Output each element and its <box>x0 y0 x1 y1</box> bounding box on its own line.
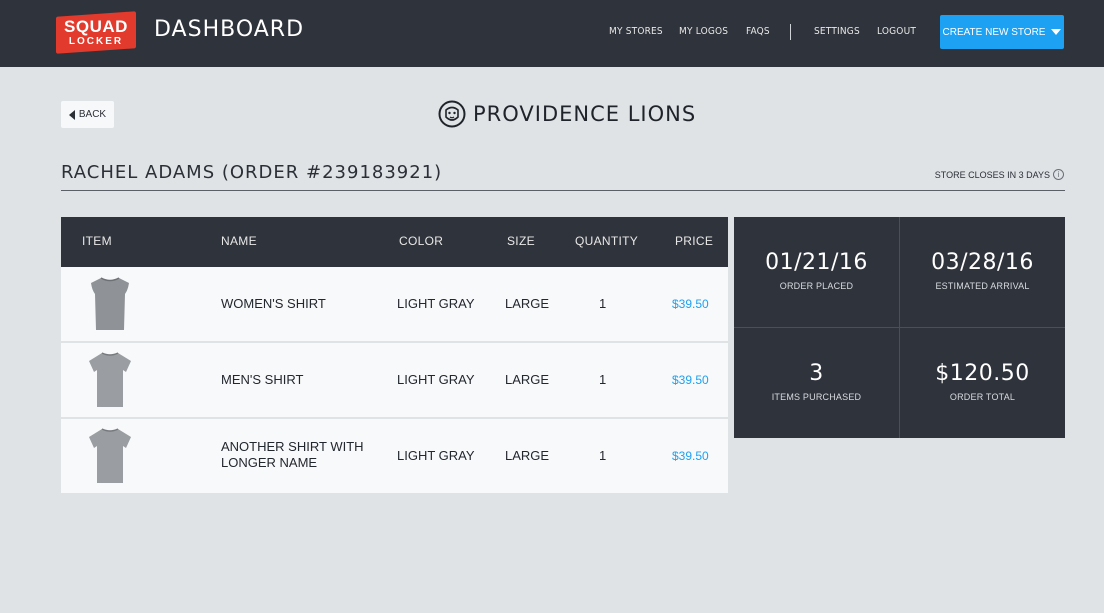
stat-order-total: $120.50 ORDER TOTAL <box>900 328 1065 438</box>
item-size: LARGE <box>505 448 550 463</box>
item-quantity: 1 <box>599 448 607 463</box>
item-color: LIGHT GRAY <box>397 448 475 463</box>
stat-label: ORDER PLACED <box>779 281 854 291</box>
shirt-icon <box>89 352 131 407</box>
item-size: LARGE <box>505 296 550 311</box>
logo-line1: SQUAD <box>64 17 128 36</box>
item-price: $39.50 <box>672 297 709 311</box>
back-button[interactable]: BACK <box>61 101 114 128</box>
stat-value: 01/21/16 <box>765 250 868 275</box>
stat-value: 3 <box>809 361 824 386</box>
back-arrow-icon <box>68 109 75 120</box>
store-closes-notice: STORE CLOSES IN 3 DAYS i <box>935 169 1064 180</box>
table-row[interactable]: MEN'S SHIRT LIGHT GRAY LARGE 1 $39.50 <box>61 343 728 419</box>
header-size: SIZE <box>507 234 535 248</box>
nav-divider <box>790 24 791 40</box>
item-color: LIGHT GRAY <box>397 296 475 311</box>
stat-items-purchased: 3 ITEMS PURCHASED <box>734 328 899 438</box>
stat-value: 03/28/16 <box>931 250 1034 275</box>
top-nav-bar: SQUAD LOCKER DASHBOARD MY STORES MY LOGO… <box>0 0 1104 67</box>
order-summary-panel: 01/21/16 ORDER PLACED 03/28/16 ESTIMATED… <box>734 217 1065 438</box>
order-title: RACHEL ADAMS (ORDER #239183921) <box>61 162 443 183</box>
stat-label: ORDER TOTAL <box>949 392 1016 402</box>
logo-line2: LOCKER <box>68 36 124 47</box>
title-divider <box>61 190 1065 191</box>
shirt-icon <box>91 277 129 330</box>
header-name: NAME <box>221 234 257 248</box>
item-price: $39.50 <box>672 373 709 387</box>
item-price: $39.50 <box>672 449 709 463</box>
order-items-table: ITEM NAME COLOR SIZE QUANTITY PRICE WOME… <box>61 217 728 493</box>
item-color: LIGHT GRAY <box>397 372 475 387</box>
stat-label: ESTIMATED ARRIVAL <box>935 281 1030 291</box>
create-new-store-button[interactable]: CREATE NEW STORE <box>940 15 1064 49</box>
table-header: ITEM NAME COLOR SIZE QUANTITY PRICE <box>61 217 728 267</box>
item-quantity: 1 <box>599 372 607 387</box>
nav-my-stores[interactable]: MY STORES <box>609 26 663 37</box>
back-label: BACK <box>78 109 107 120</box>
info-icon[interactable]: i <box>1053 169 1064 180</box>
table-row[interactable]: WOMEN'S SHIRT LIGHT GRAY LARGE 1 $39.50 <box>61 267 728 343</box>
header-item: ITEM <box>82 234 112 248</box>
caret-down-icon <box>1051 29 1062 35</box>
header-quantity: QUANTITY <box>575 234 639 248</box>
header-color: COLOR <box>399 234 444 248</box>
header-price: PRICE <box>675 234 714 248</box>
item-size: LARGE <box>505 372 550 387</box>
store-heading: PROVIDENCE LIONS <box>438 99 696 129</box>
item-quantity: 1 <box>599 296 607 311</box>
stat-label: ITEMS PURCHASED <box>771 392 862 402</box>
shirt-icon <box>89 428 131 483</box>
stat-value: $120.50 <box>935 361 1030 386</box>
store-closes-text: STORE CLOSES IN 3 DAYS <box>934 169 1050 180</box>
create-new-store-label: CREATE NEW STORE <box>942 26 1046 38</box>
item-name: WOMEN'S SHIRT <box>221 296 326 311</box>
item-name: MEN'S SHIRT <box>221 372 304 387</box>
lion-logo-icon <box>438 100 466 128</box>
store-name: PROVIDENCE LIONS <box>473 102 697 126</box>
nav-my-logos[interactable]: MY LOGOS <box>679 26 728 37</box>
item-name: ANOTHER SHIRT WITH LONGER NAME <box>221 439 364 470</box>
squad-locker-logo[interactable]: SQUAD LOCKER <box>56 11 136 54</box>
table-row[interactable]: ANOTHER SHIRT WITH LONGER NAME LIGHT GRA… <box>61 419 728 493</box>
app-title: DASHBOARD <box>154 17 305 42</box>
stat-order-placed: 01/21/16 ORDER PLACED <box>734 217 899 327</box>
stat-estimated-arrival: 03/28/16 ESTIMATED ARRIVAL <box>900 217 1065 327</box>
nav-faqs[interactable]: FAQS <box>746 26 770 37</box>
nav-settings[interactable]: SETTINGS <box>814 26 860 37</box>
nav-logout[interactable]: LOGOUT <box>877 26 916 37</box>
